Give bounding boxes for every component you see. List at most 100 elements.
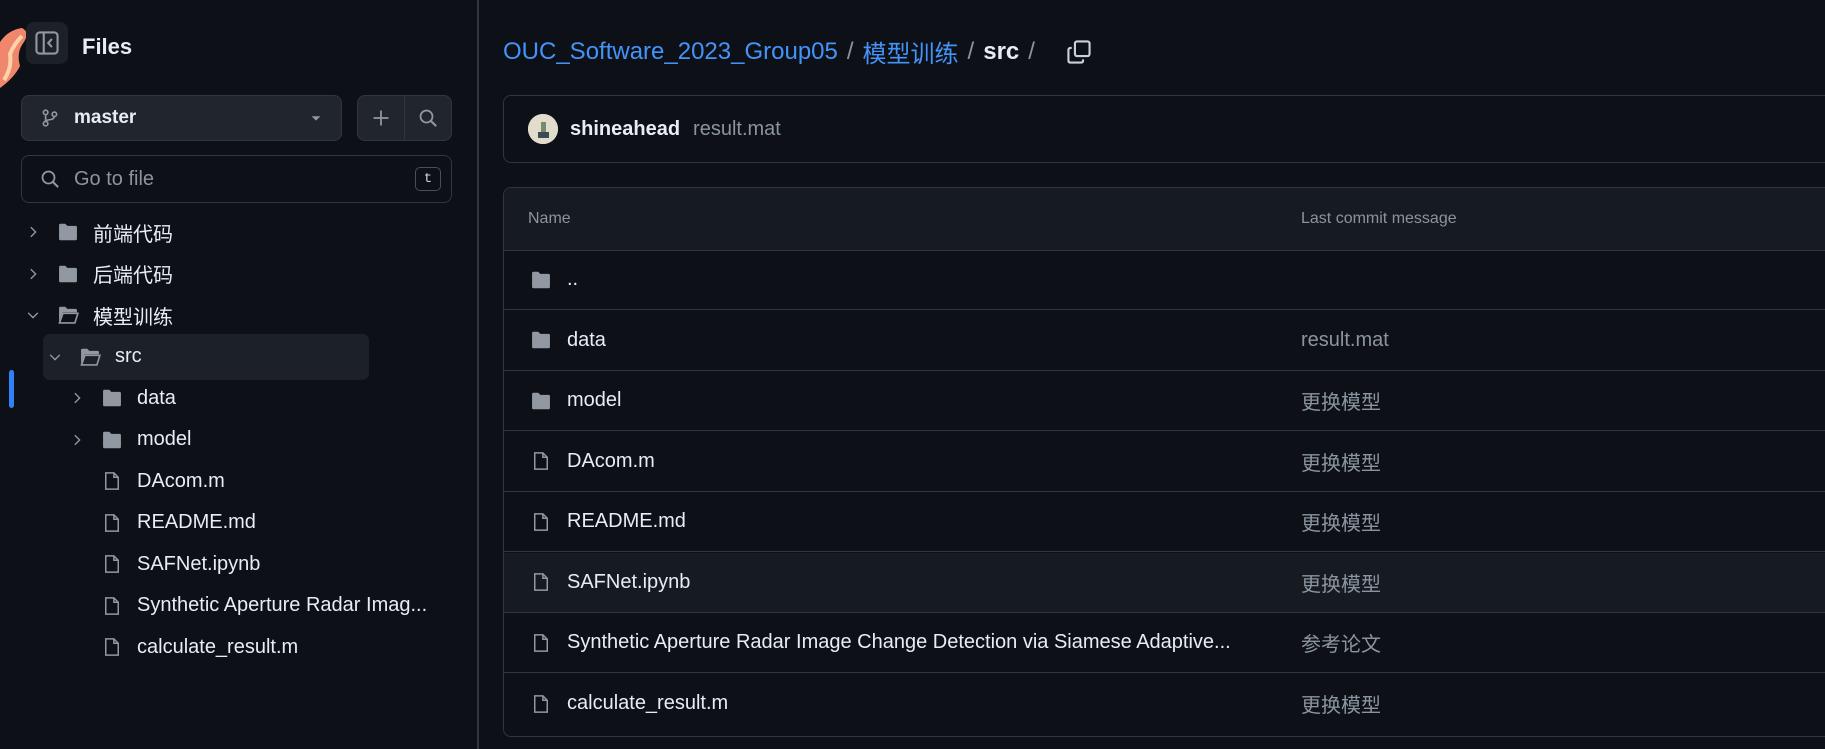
go-to-file-field[interactable]: t	[21, 155, 452, 203]
folder-name-link[interactable]: data	[567, 329, 606, 352]
table-row[interactable]: SAFNet.ipynb 更换模型	[504, 552, 1825, 613]
commit-message-link[interactable]: 更换模型	[1301, 507, 1381, 536]
tree-folder-item[interactable]: 模型训练	[21, 292, 455, 338]
breadcrumb-folder-link[interactable]: 模型训练	[863, 34, 959, 69]
copy-icon	[1067, 39, 1091, 64]
commit-author-link[interactable]: shineahead	[570, 118, 680, 141]
folder-icon	[528, 269, 554, 291]
folder-open-icon	[55, 304, 81, 326]
folder-icon	[55, 263, 81, 285]
tree-file-item[interactable]: calculate_result.m	[65, 624, 455, 670]
tree-item-label: model	[137, 428, 192, 450]
folder-icon	[99, 429, 125, 451]
breadcrumb-separator: /	[1028, 37, 1035, 65]
chevron-right-icon[interactable]	[21, 225, 45, 239]
folder-icon	[99, 387, 125, 409]
table-row[interactable]: ..	[504, 250, 1825, 310]
table-row[interactable]: README.md 更换模型	[504, 492, 1825, 552]
tree-folder-item[interactable]: src	[43, 333, 369, 380]
column-header-name: Name	[528, 210, 571, 227]
collapse-sidebar-button[interactable]	[26, 22, 68, 64]
file-icon	[528, 511, 554, 533]
folder-name-link[interactable]: model	[567, 389, 621, 412]
file-name-link[interactable]: Synthetic Aperture Radar Image Change De…	[567, 631, 1231, 654]
tree-item-label: SAFNet.ipynb	[137, 552, 261, 575]
tree-item-label: DAcom.m	[137, 469, 225, 492]
chevron-right-icon[interactable]	[65, 391, 89, 405]
tree-file-item[interactable]: DAcom.m	[65, 458, 455, 504]
file-icon	[528, 450, 554, 472]
tree-actions	[357, 95, 452, 141]
breadcrumb-repo-link[interactable]: OUC_Software_2023_Group05	[503, 38, 838, 66]
sidebar-title: Files	[82, 34, 133, 59]
table-row[interactable]: DAcom.m 更换模型	[504, 432, 1825, 492]
file-icon	[99, 512, 125, 534]
breadcrumb-separator: /	[846, 37, 854, 65]
commit-message-link[interactable]: 参考论文	[1301, 628, 1381, 657]
table-row[interactable]: calculate_result.m 更换模型	[504, 674, 1825, 734]
tree-item-label: calculate_result.m	[137, 635, 299, 658]
commit-message-link[interactable]: 更换模型	[1301, 568, 1381, 597]
avatar-image-icon	[528, 114, 558, 144]
chevron-right-icon[interactable]	[65, 433, 89, 447]
file-name-link[interactable]: SAFNet.ipynb	[567, 571, 690, 594]
file-icon	[99, 636, 125, 658]
add-file-button[interactable]	[358, 96, 404, 140]
commit-message-link[interactable]: 更换模型	[1301, 689, 1381, 718]
commit-message-link[interactable]: result.mat	[693, 118, 781, 141]
shortcut-key-hint: t	[415, 167, 441, 191]
git-branch-icon	[42, 109, 58, 127]
tree-item-label: src	[115, 345, 142, 367]
sidebar-divider[interactable]	[477, 0, 479, 749]
tree-item-label: data	[137, 386, 176, 409]
copy-path-button[interactable]	[1062, 35, 1096, 69]
commit-message-link[interactable]: 更换模型	[1301, 447, 1381, 476]
commit-message-link[interactable]: result.mat	[1301, 329, 1389, 352]
folder-icon	[528, 390, 554, 412]
tree-file-item[interactable]: README.md	[65, 500, 455, 546]
branch-name: master	[74, 107, 137, 128]
table-row[interactable]: data result.mat	[504, 311, 1825, 371]
file-icon	[528, 571, 554, 593]
search-code-button[interactable]	[404, 96, 451, 140]
file-icon	[99, 470, 125, 492]
tree-folder-item[interactable]: data	[65, 375, 455, 421]
folder-name-link[interactable]: ..	[567, 268, 578, 291]
table-row[interactable]: model 更换模型	[504, 371, 1825, 431]
file-name-link[interactable]: DAcom.m	[567, 450, 655, 473]
chevron-down-icon[interactable]	[43, 350, 67, 364]
file-table: Name Last commit message .. data result.ma…	[503, 187, 1825, 737]
table-row[interactable]: Synthetic Aperture Radar Image Change De…	[504, 613, 1825, 673]
file-name-link[interactable]: calculate_result.m	[567, 692, 728, 715]
breadcrumb-separator: /	[967, 37, 975, 65]
file-icon	[528, 632, 554, 654]
chevron-down-icon[interactable]	[21, 308, 45, 322]
commit-message-link[interactable]: 更换模型	[1301, 386, 1381, 415]
folder-icon	[528, 329, 554, 351]
plus-icon	[373, 110, 389, 126]
tree-folder-item[interactable]: 后端代码	[21, 251, 455, 297]
go-to-file-input[interactable]	[72, 166, 415, 192]
tree-folder-item[interactable]: 前端代码	[21, 209, 455, 255]
avatar[interactable]	[528, 114, 558, 144]
file-name-link[interactable]: README.md	[567, 510, 686, 533]
file-icon	[99, 553, 125, 575]
tree-item-label: Synthetic Aperture Radar Imag...	[137, 594, 428, 616]
tree-item-label: 模型训练	[93, 306, 173, 329]
file-icon	[528, 693, 554, 715]
folder-open-icon	[77, 346, 103, 368]
tree-item-label: 后端代码	[93, 265, 173, 287]
chevron-right-icon[interactable]	[21, 267, 45, 281]
table-header: Name Last commit message	[504, 188, 1825, 251]
column-header-message: Last commit message	[1301, 210, 1457, 227]
breadcrumb: OUC_Software_2023_Group05 / 模型训练 / src /	[503, 34, 1096, 69]
tree-file-item[interactable]: Synthetic Aperture Radar Imag...	[65, 583, 455, 629]
file-tree-sidebar: Files master t	[0, 0, 478, 749]
file-icon	[99, 595, 125, 617]
triangle-down-icon	[311, 116, 321, 121]
selected-indicator	[9, 370, 14, 408]
tree-file-item[interactable]: SAFNet.ipynb	[65, 541, 455, 587]
branch-selector-button[interactable]: master	[21, 95, 342, 141]
tree-folder-item[interactable]: model	[65, 417, 455, 463]
folder-icon	[55, 221, 81, 243]
